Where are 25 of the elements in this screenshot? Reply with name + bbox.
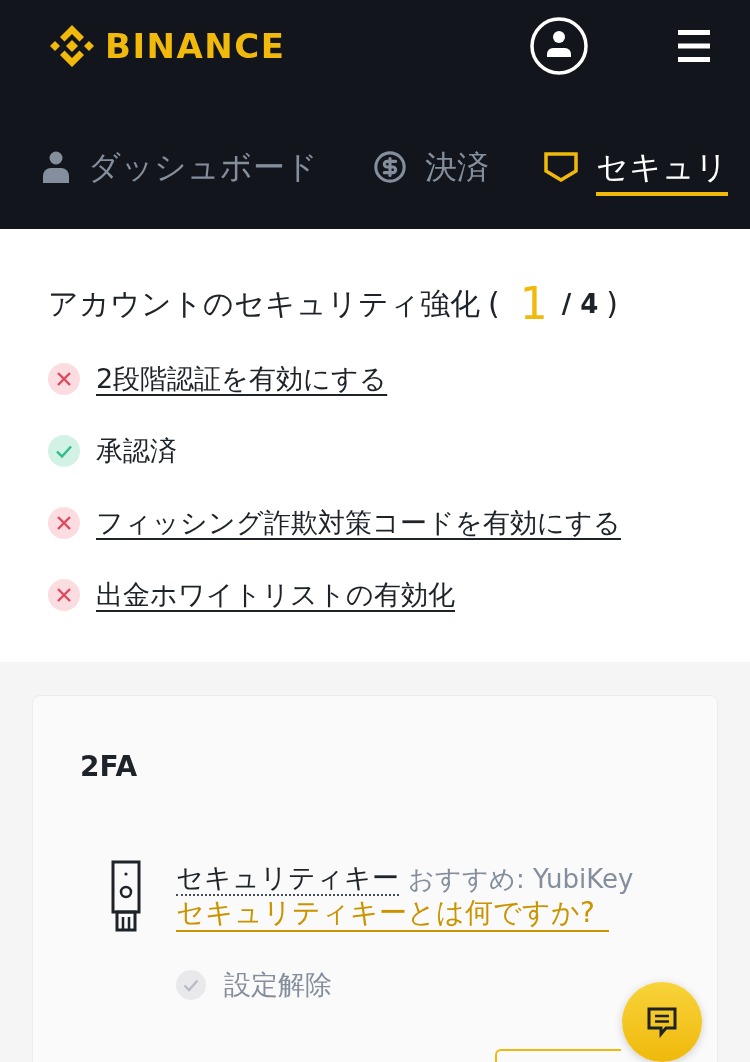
progress-paren: ) [606, 285, 619, 323]
account-icon[interactable] [530, 17, 588, 75]
progress-paren: ( [488, 285, 500, 323]
logo-text: BINANCE [105, 26, 286, 66]
nav-tab[interactable]: セキュリ [544, 147, 728, 196]
chat-icon [646, 1006, 678, 1038]
dollar-icon [373, 150, 407, 184]
method-status: 設定解除 [224, 968, 332, 1002]
progress-count: 1 [519, 279, 548, 329]
task-link[interactable]: フィッシング詐欺対策コードを有効にする [96, 505, 621, 541]
security-key-icon [111, 860, 141, 932]
nav-tab[interactable]: 決済 [373, 147, 489, 196]
task-link[interactable]: 出金ホワイトリストの有効化 [96, 577, 455, 613]
nav-tab[interactable]: ダッシュボード [42, 147, 318, 196]
card-title: 2FA [80, 749, 139, 785]
section-title: アカウントのセキュリティ強化 [48, 285, 480, 323]
user-icon [42, 151, 70, 183]
task-link[interactable]: 2段階認証を有効にする [96, 361, 388, 397]
method-name: セキュリティキー [176, 862, 399, 896]
menu-icon[interactable] [678, 30, 710, 62]
logo-icon [48, 22, 96, 70]
shield-icon [544, 152, 578, 182]
method-recommendation: おすすめ: YubiKey [408, 863, 634, 896]
task-label: 承認済 [96, 434, 177, 468]
progress-total: / 4 [561, 288, 599, 321]
